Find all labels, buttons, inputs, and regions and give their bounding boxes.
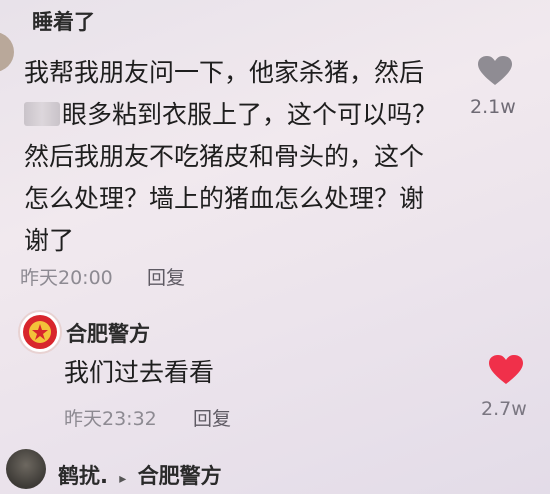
comment-time: 昨天23:32 xyxy=(64,408,157,430)
comment-line: 怎么处理？墙上的猪血怎么处理？谢 xyxy=(24,184,425,213)
avatar[interactable] xyxy=(0,32,14,72)
comment-time: 昨天20:00 xyxy=(20,267,113,289)
comment-username[interactable]: 睡着了 xyxy=(32,6,95,36)
comment-username[interactable]: 合肥警方 xyxy=(66,318,150,348)
comment-line: 谢了 xyxy=(24,226,75,255)
reply-arrow-icon: ▸ xyxy=(119,471,127,487)
police-emblem-icon xyxy=(23,315,57,349)
like-heart-icon[interactable] xyxy=(478,56,512,86)
reply-button[interactable]: 回复 xyxy=(147,263,185,290)
avatar[interactable] xyxy=(6,449,46,489)
comment-line: 我帮我朋友问一下，他家杀猪，然后 xyxy=(24,58,425,87)
liked-heart-icon[interactable] xyxy=(489,355,523,385)
comment-body: 我帮我朋友问一下，他家杀猪，然后 眼多粘到衣服上了，这个可以吗？ 然后我朋友不吃… xyxy=(24,52,437,262)
blurred-text xyxy=(24,102,60,126)
comment-line-text: 眼多粘到衣服上了，这个可以吗？ xyxy=(62,100,438,129)
reply-button[interactable]: 回复 xyxy=(193,404,231,431)
comment-body: 我们过去看看 xyxy=(64,358,215,387)
like-count: 2.7w xyxy=(481,398,527,420)
reply-username[interactable]: 鹤扰. xyxy=(58,464,108,488)
comment-username: 鹤扰. ▸ 合肥警方 xyxy=(58,460,222,490)
comment-line: 眼多粘到衣服上了，这个可以吗？ xyxy=(24,94,437,136)
comment-line: 然后我朋友不吃猪皮和骨头的，这个 xyxy=(24,142,425,171)
reply-to-username[interactable]: 合肥警方 xyxy=(138,464,222,488)
police-avatar[interactable] xyxy=(18,310,62,354)
like-count: 2.1w xyxy=(470,96,516,118)
